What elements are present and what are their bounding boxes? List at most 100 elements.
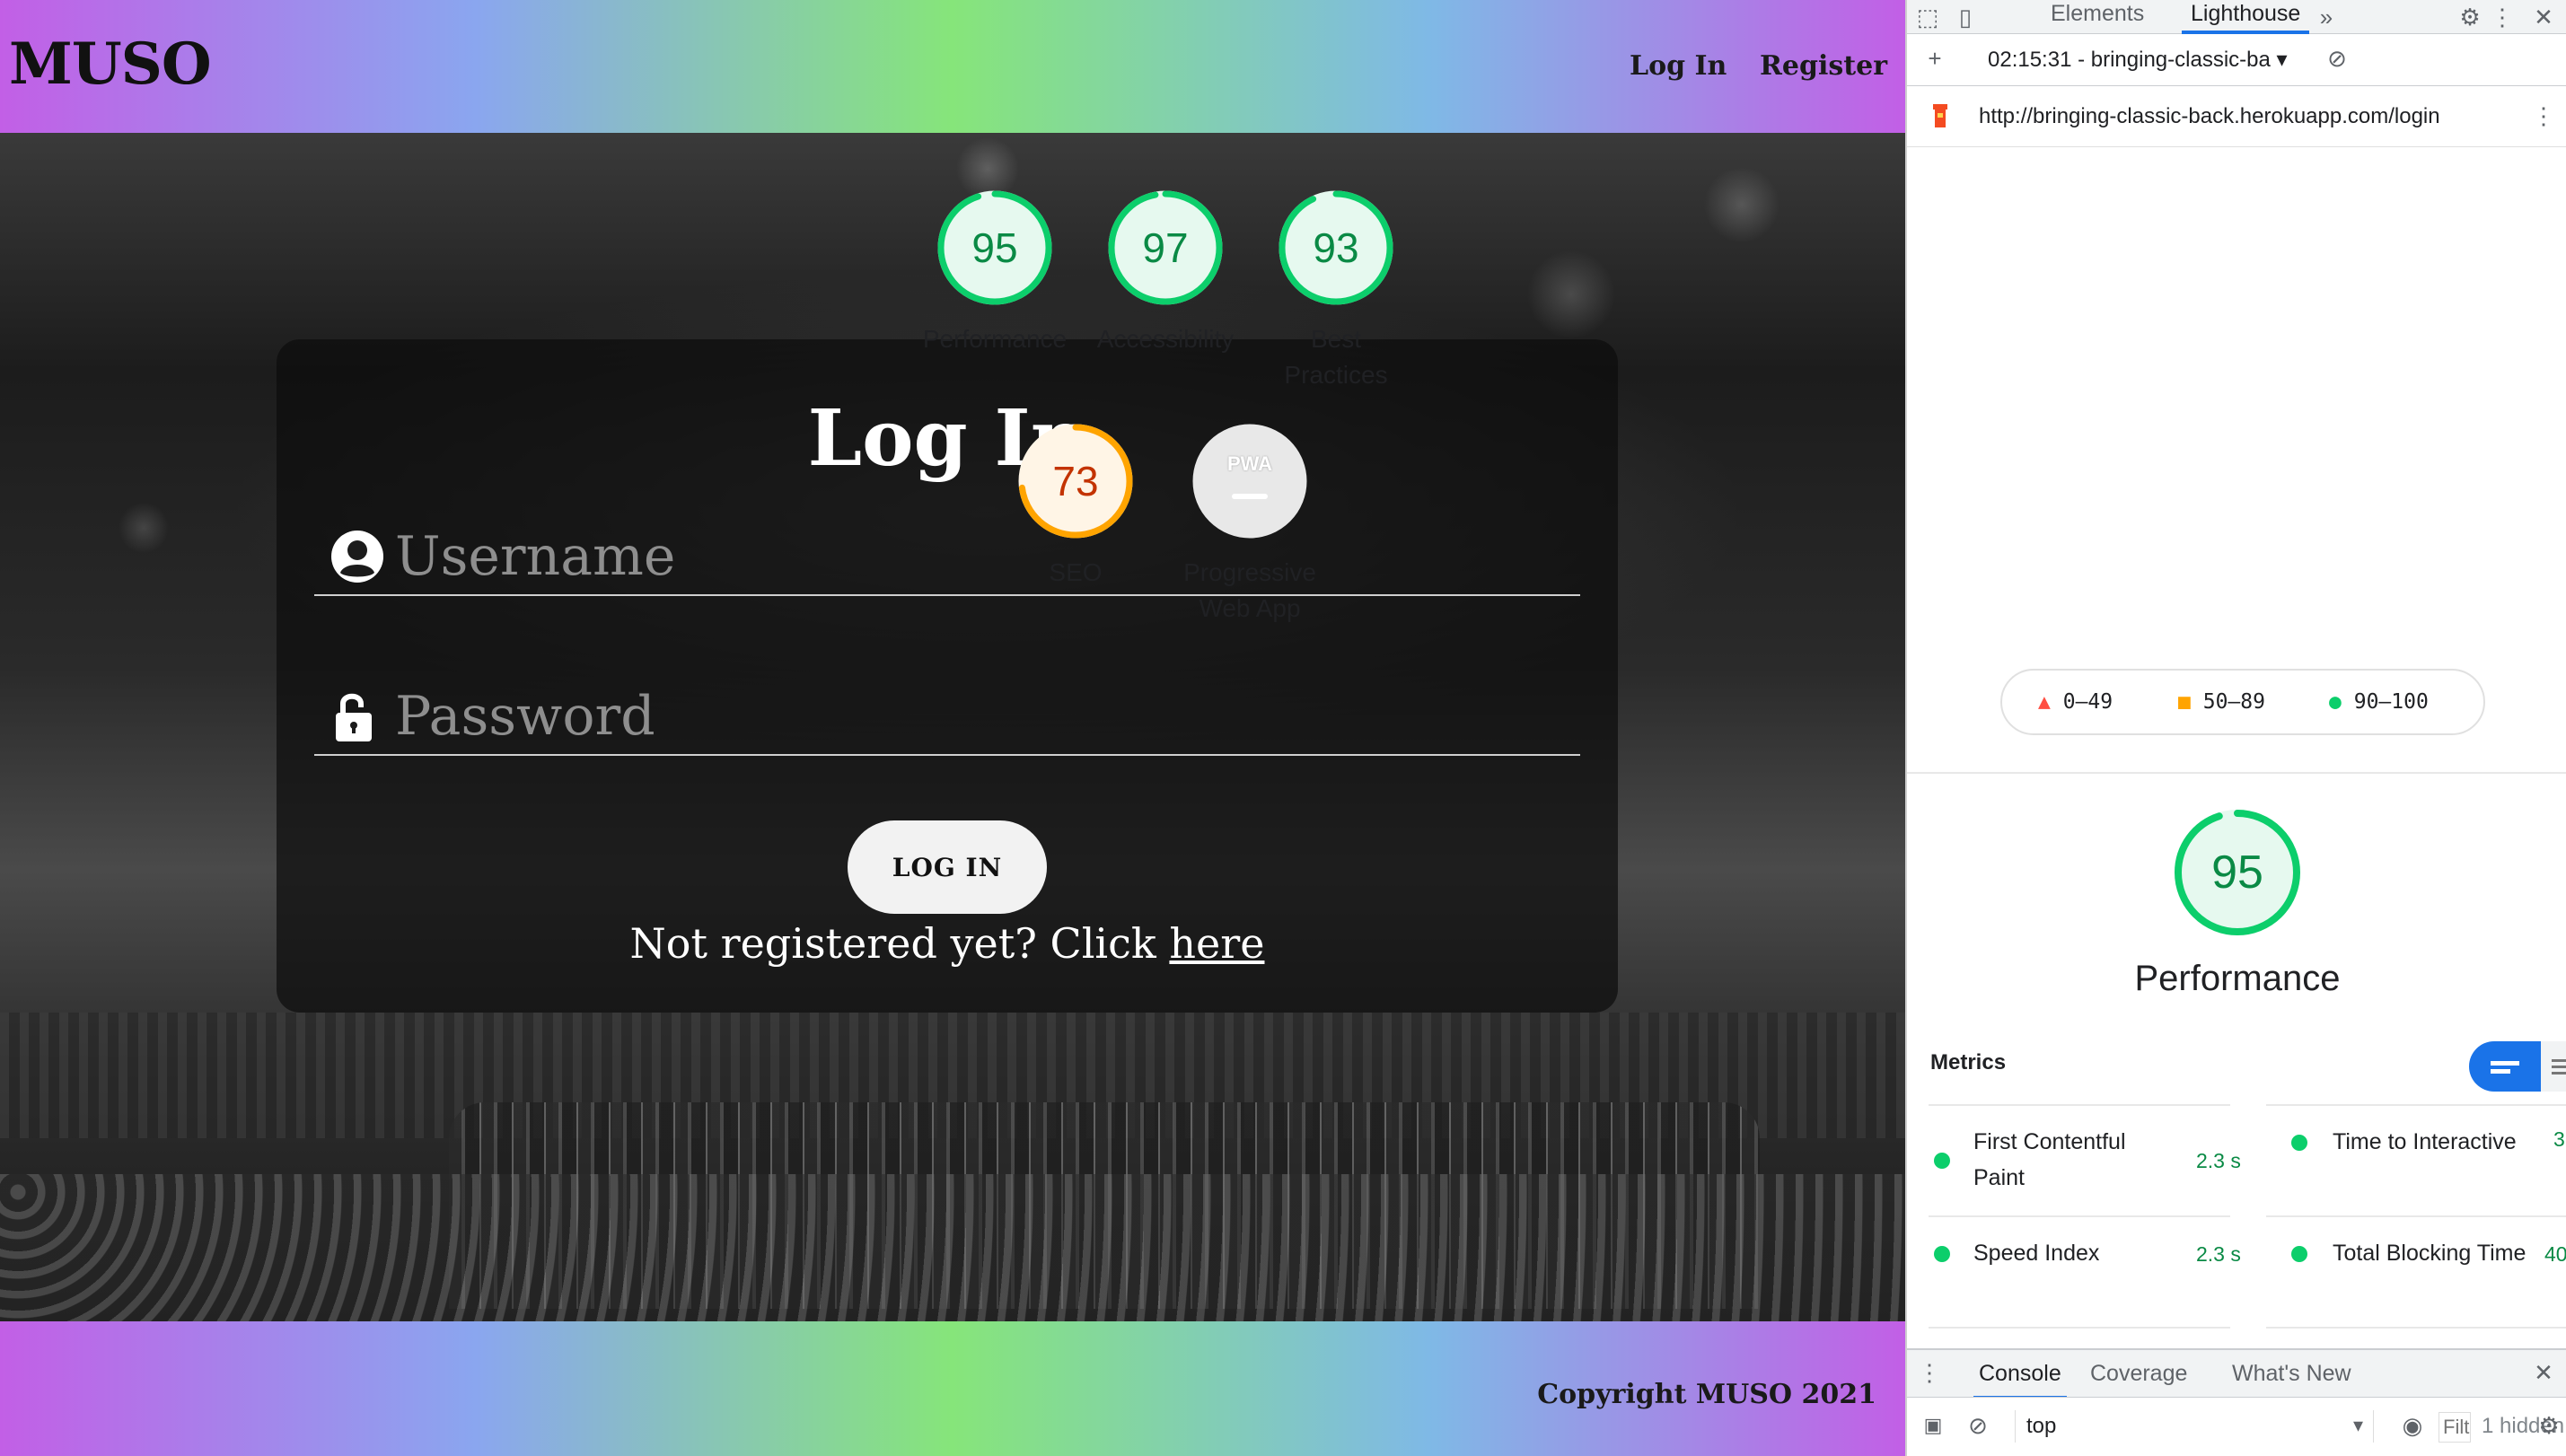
metric-fcp-name: First Contentful Paint [1973,1129,2126,1190]
pwa-dash [1232,494,1268,499]
metrics-divider [1929,1215,2230,1217]
password-field [314,679,1580,756]
pass-indicator-icon [2291,1135,2307,1151]
metrics-title: Metrics [1930,1050,2007,1074]
gauge-label: Performance [922,325,1068,353]
devtools-tabbar: ⬚ ▯ Elements Lighthouse » ⚙ ⋮ ✕ [1907,0,2566,34]
gauge-seo[interactable]: 73 SEO [986,422,1165,591]
clear-icon[interactable]: ⊘ [2324,45,2351,72]
pass-indicator-icon [1934,1246,1950,1262]
gauge-label: Accessibility [1096,325,1235,353]
gear-icon[interactable]: ⚙ [2456,4,2483,31]
gauge-score: 93 [1313,224,1359,271]
context-select-value: top [2026,1414,2057,1438]
legend-fail-label: 0–49 [2062,690,2113,714]
gauge-score: 97 [1142,224,1189,271]
drawer-tab-console[interactable]: Console [1973,1361,2067,1399]
tab-elements[interactable]: Elements [2051,0,2144,34]
gauge-ring: PWA [1191,422,1309,540]
legend-pass-label: 90–100 [2353,690,2429,714]
drawer-tabbar: ⋮ Console Coverage What's New ✕ [1907,1348,2566,1399]
summary-performance-gauge: 95 Performance [2135,806,2340,996]
square-icon: ■ [2178,690,2191,714]
nav-login-link[interactable]: Log In [1630,50,1727,82]
legend-pass: ● 90–100 [2329,690,2429,714]
username-field [314,519,1580,596]
gauge-ring: 73 [1016,422,1135,540]
metric-si-value: 2.3 s [2196,1242,2241,1266]
metrics-divider [2266,1327,2566,1329]
drawer-menu-icon[interactable]: ⋮ [1916,1359,1943,1386]
metrics-divider [2266,1104,2566,1106]
triangle-icon: ▲ [2038,690,2051,714]
gauge-performance[interactable]: 95 Performance [905,189,1085,357]
gauge-progressive-web-app[interactable]: PWA Progressive Web App [1160,422,1340,627]
pwa-badge-icon: PWA [1191,422,1309,540]
audited-url: http://bringing-classic-back.herokuapp.c… [1979,104,2440,128]
gauge-label: Best Practices [1284,325,1388,389]
gauge-ring: 95 [936,189,1054,307]
device-toolbar-icon[interactable]: ▯ [1952,4,1979,31]
metrics-divider [1929,1327,2230,1329]
kebab-menu-icon[interactable]: ⋮ [2489,4,2516,31]
metric-tbt-name: Total Blocking Time [2333,1241,2526,1266]
drawer-close-icon[interactable]: ✕ [2530,1359,2557,1386]
metrics-view-toggle-detail[interactable] [2541,1041,2566,1092]
sidebar-toggle-icon[interactable]: ▣ [1920,1412,1946,1439]
console-filter-input[interactable] [2439,1412,2471,1443]
site-logo[interactable]: MUSO [9,31,212,98]
site-header: MUSO Log In Register [0,0,1905,133]
gauge-ring: 97 [1106,189,1225,307]
lighthouse-icon [1933,104,1947,127]
legend-average: ■ 50–89 [2178,690,2265,714]
password-input[interactable] [395,679,1562,754]
report-select-value: 02:15:31 - bringing-classic-ba [1988,48,2271,72]
circle-icon: ● [2329,690,2342,714]
gauge-label: SEO [1049,558,1103,586]
eye-icon[interactable]: ◉ [2399,1412,2426,1439]
url-menu-icon[interactable]: ⋮ [2530,102,2557,129]
pass-indicator-icon [2291,1246,2307,1262]
metric-tti-name: Time to Interactive [2333,1129,2517,1154]
list-view-icon [2491,1061,2519,1074]
drawer-tab-coverage[interactable]: Coverage [2090,1361,2187,1387]
site-footer: Copyright MUSO 2021 [0,1321,1905,1456]
copyright-text: Copyright MUSO 2021 [1537,1379,1876,1410]
close-icon[interactable]: ✕ [2530,4,2557,31]
chevron-down-icon: ▾ [2353,1414,2364,1436]
username-input[interactable] [395,519,1562,594]
plus-icon[interactable]: + [1921,45,1948,72]
gauge-label: Progressive Web App [1183,558,1316,622]
more-tabs-icon[interactable]: » [2313,4,2340,31]
gauge-best-practices[interactable]: 93 Best Practices [1246,189,1426,393]
metric-fcp-value: 2.3 s [2196,1149,2241,1172]
clear-console-icon[interactable]: ⊘ [1964,1412,1991,1439]
summary-score: 95 [2211,846,2263,899]
context-select[interactable]: top ▾ [2015,1410,2374,1443]
drawer-tab-whats-new[interactable]: What's New [2232,1361,2351,1387]
login-card: Log In LOG IN No [277,339,1618,1013]
summary-label: Performance [2134,959,2341,998]
console-settings-gear-icon[interactable]: ⚙ [2535,1412,2562,1439]
lighthouse-toolbar: + 02:15:31 - bringing-classic-ba ▾ ⊘ [1907,34,2566,86]
pwa-badge-text: PWA [1226,452,1273,475]
metrics-divider [1929,1104,2230,1106]
register-here-link[interactable]: here [1169,919,1264,968]
divider [1907,772,2566,774]
metric-tbt-value: 40 [2544,1242,2566,1266]
pass-indicator-icon [1934,1153,1950,1169]
score-legend: ▲ 0–49 ■ 50–89 ● 90–100 [2000,669,2485,735]
tab-lighthouse[interactable]: Lighthouse [2182,0,2310,34]
report-select[interactable]: 02:15:31 - bringing-classic-ba ▾ [1988,47,2288,73]
audience [0,1174,1905,1321]
login-button[interactable]: LOG IN [848,820,1047,914]
legend-fail: ▲ 0–49 [2038,690,2113,714]
chevron-down-icon: ▾ [2276,48,2288,72]
inspect-element-icon[interactable]: ⬚ [1914,4,1941,31]
nav-register-link[interactable]: Register [1760,50,1887,82]
gauge-ring: 93 [1277,189,1395,307]
detail-view-icon [2552,1059,2566,1074]
metric-tti-value: 3 [2553,1127,2565,1151]
gauge-accessibility[interactable]: 97 Accessibility [1076,189,1255,357]
metrics-view-toggle-list[interactable] [2469,1041,2541,1092]
